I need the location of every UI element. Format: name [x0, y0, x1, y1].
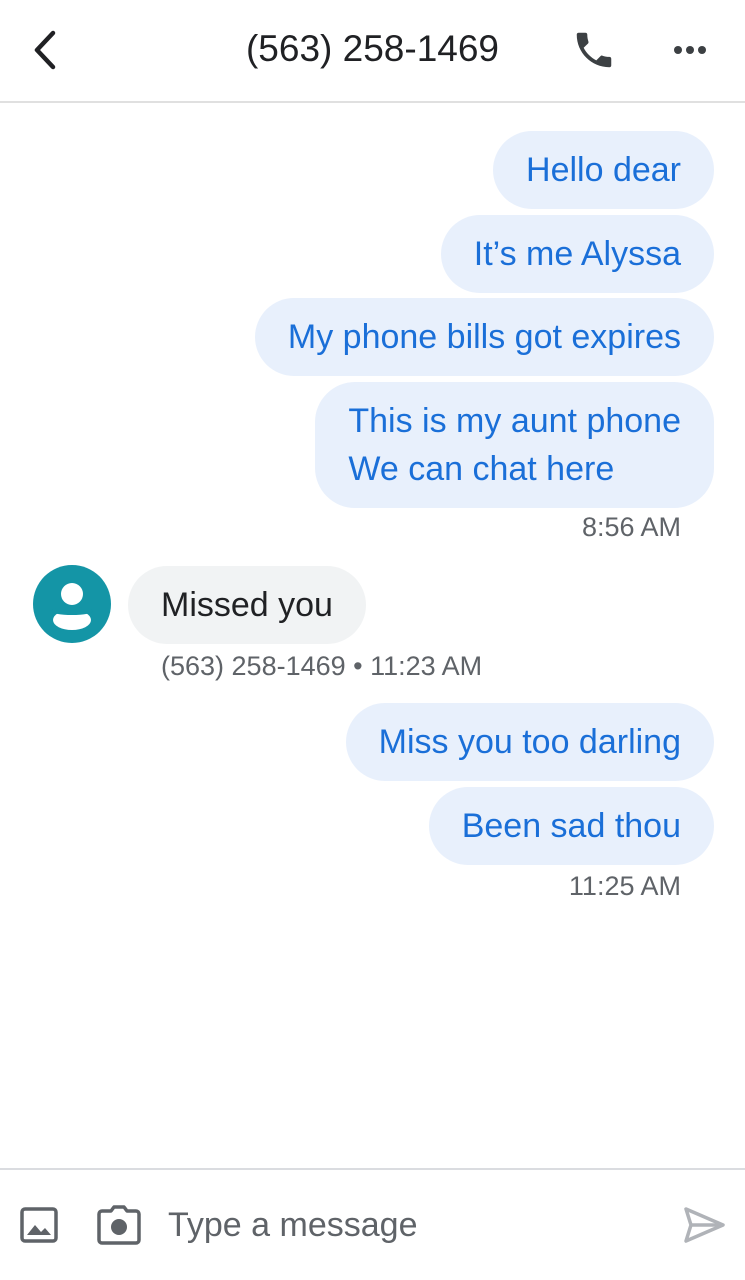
message-thread: Hello dear It’s me Alyssa My phone bills… — [0, 103, 745, 1169]
outgoing-message[interactable]: Hello dear — [493, 131, 714, 209]
gallery-button[interactable] — [18, 1204, 60, 1246]
chevron-left-icon — [34, 30, 56, 70]
message-line: This is my aunt phone — [348, 402, 681, 440]
send-icon — [684, 1207, 725, 1243]
message-input[interactable] — [168, 1196, 648, 1254]
incoming-message[interactable]: Missed you — [128, 566, 366, 644]
contact-title: (563) 258-1469 — [245, 28, 500, 69]
phone-icon — [576, 32, 612, 68]
message-timestamp: 11:25 AM — [568, 871, 681, 901]
conversation-header: (563) 258-1469 — [0, 0, 745, 103]
camera-button[interactable] — [96, 1204, 142, 1246]
outgoing-message[interactable]: This is my aunt phone We can chat here — [315, 382, 714, 508]
call-button[interactable] — [571, 27, 617, 73]
outgoing-message[interactable]: Been sad thou — [428, 787, 714, 865]
contact-avatar[interactable] — [33, 565, 111, 643]
message-composer — [0, 1168, 745, 1280]
camera-icon — [97, 1205, 141, 1245]
back-button[interactable] — [24, 28, 68, 72]
message-line: We can chat here — [348, 450, 615, 488]
image-icon — [20, 1207, 58, 1243]
outgoing-message[interactable]: My phone bills got expires — [254, 298, 714, 376]
outgoing-message[interactable]: Miss you too darling — [345, 703, 714, 781]
more-horizontal-icon — [674, 46, 706, 54]
message-timestamp: 8:56 AM — [581, 512, 681, 542]
more-options-button[interactable] — [667, 27, 713, 73]
outgoing-message[interactable]: It’s me Alyssa — [440, 215, 714, 293]
send-button[interactable] — [681, 1204, 727, 1246]
person-icon — [51, 583, 93, 630]
message-sender-timestamp: (563) 258-1469 • 11:23 AM — [161, 651, 483, 681]
